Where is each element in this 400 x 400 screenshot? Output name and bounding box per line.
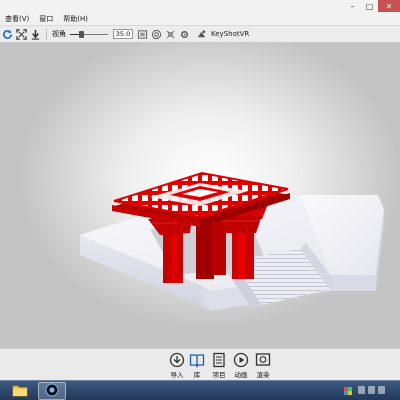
render-region-icon[interactable] <box>136 28 149 41</box>
menu-help[interactable]: 帮助(H) <box>58 13 93 25</box>
settings-icon[interactable] <box>178 28 191 41</box>
render-button[interactable]: 渲染 <box>250 352 276 380</box>
menu-bar: – □ ✕ 查看(V) 窗口 帮助(H) <box>0 0 400 26</box>
library-icon <box>189 352 205 368</box>
menu-items: 查看(V) 窗口 帮助(H) <box>0 13 93 25</box>
animation-icon <box>233 352 249 368</box>
bottom-ribbon: 导入 库 项目 动画 渲染 <box>0 348 400 380</box>
fit-view-icon[interactable] <box>15 28 28 41</box>
fov-slider-knob[interactable] <box>79 30 85 38</box>
network-icon[interactable] <box>358 386 365 394</box>
taskbar <box>0 380 400 400</box>
project-label: 项目 <box>212 371 226 379</box>
action-center-icon[interactable] <box>344 387 352 395</box>
toolbar-separator <box>46 28 47 40</box>
render-viewport[interactable] <box>0 43 400 348</box>
volume-icon[interactable] <box>368 386 375 394</box>
import-label: 导入 <box>170 371 184 379</box>
taskbar-keyshot[interactable] <box>38 382 66 400</box>
window-controls: – □ ✕ <box>344 0 400 12</box>
minimize-icon[interactable]: – <box>344 0 361 12</box>
keyshot-app-icon <box>45 383 59 399</box>
menu-window[interactable]: 窗口 <box>34 13 58 25</box>
render-icon <box>255 352 271 368</box>
animation-label: 动画 <box>234 371 248 379</box>
system-tray[interactable] <box>358 386 396 396</box>
taskbar-explorer[interactable] <box>6 382 34 400</box>
fov-label: 视角 <box>52 30 66 38</box>
library-label: 库 <box>193 371 201 379</box>
project-icon <box>211 352 227 368</box>
import-arrow-icon[interactable] <box>29 28 42 41</box>
folder-icon <box>12 384 28 399</box>
refresh-icon[interactable] <box>1 28 14 41</box>
fov-slider[interactable] <box>70 29 108 40</box>
close-icon[interactable]: ✕ <box>378 0 400 12</box>
import-icon <box>169 352 185 368</box>
keyshot-window: – □ ✕ 查看(V) 窗口 帮助(H) 视角 35.0 KeyShotVR 导… <box>0 0 400 400</box>
maximize-icon[interactable]: □ <box>361 0 378 12</box>
keyshotvr-label: KeyShotVR <box>211 30 250 38</box>
menu-view[interactable]: 查看(V) <box>0 13 34 25</box>
turntable-icon[interactable] <box>150 28 163 41</box>
keyshotvr-icon <box>195 28 208 41</box>
clock-icon[interactable] <box>378 386 385 394</box>
fov-input[interactable] <box>113 29 133 39</box>
move-icon[interactable] <box>164 28 177 41</box>
toolbar: 视角 KeyShotVR <box>0 26 400 43</box>
render-label: 渲染 <box>256 371 270 379</box>
keyshotvr-button[interactable]: KeyShotVR <box>195 28 249 41</box>
scene-render <box>80 171 384 311</box>
